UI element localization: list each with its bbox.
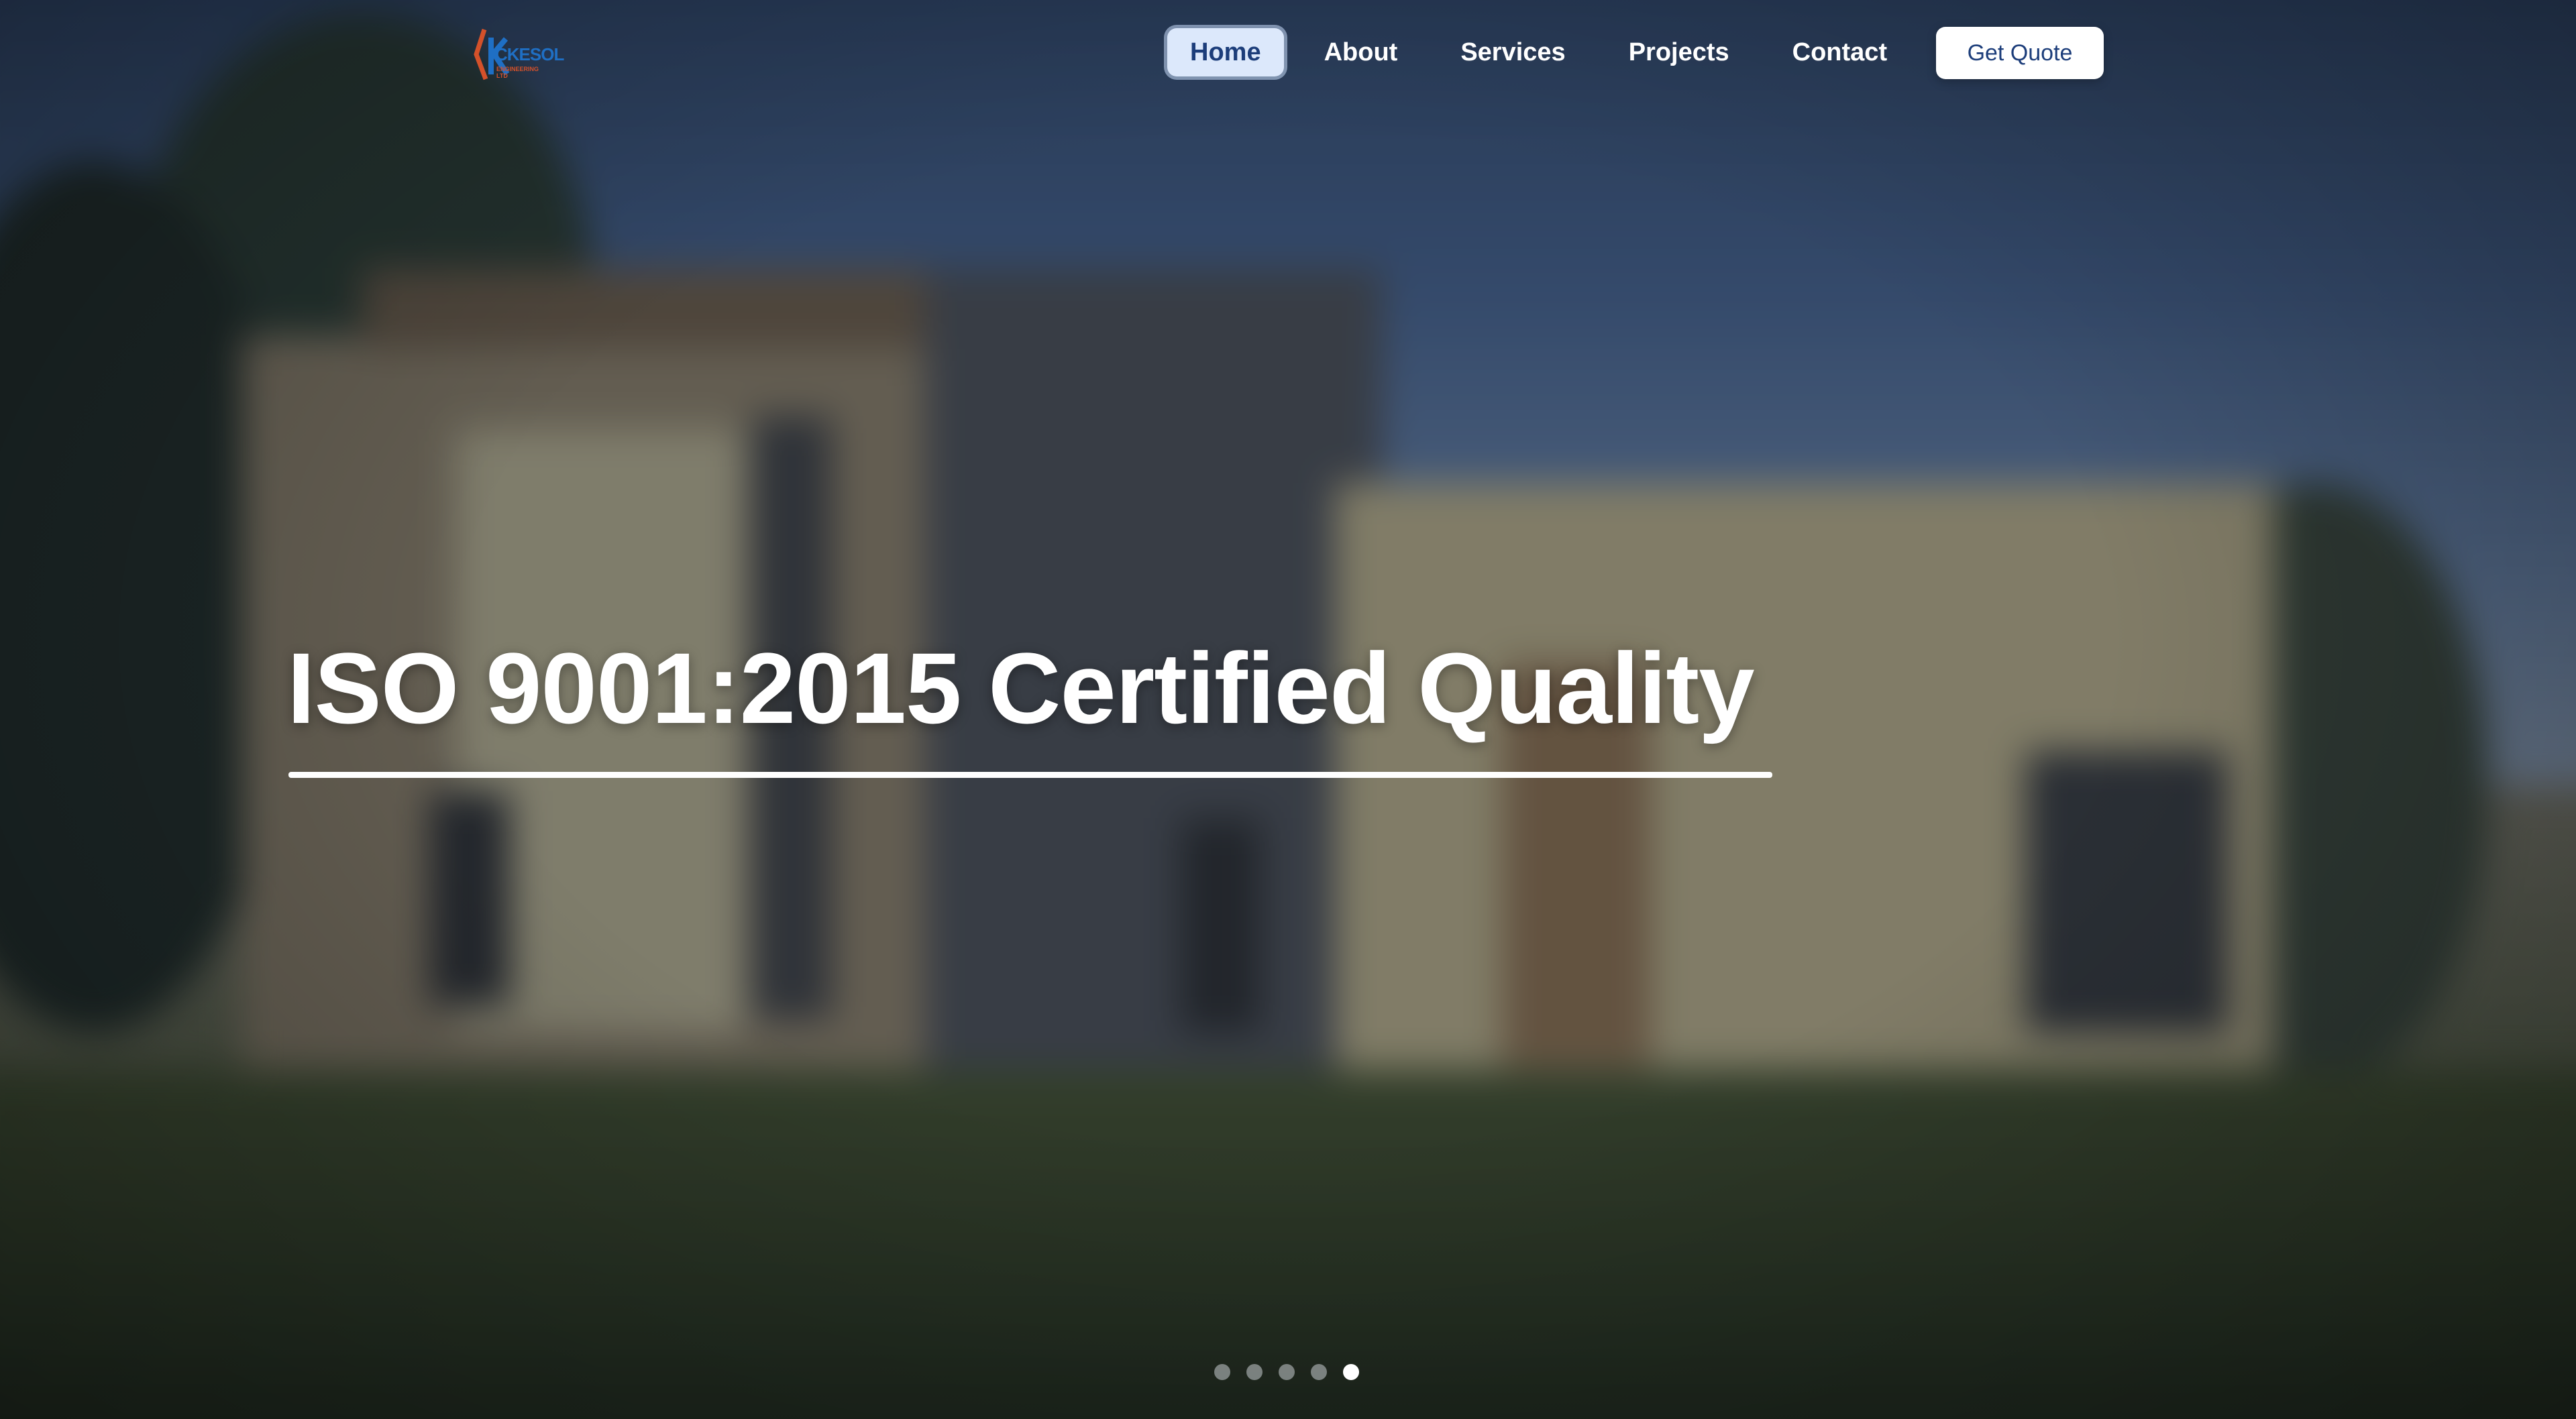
slider-dot-2[interactable] bbox=[1246, 1364, 1263, 1380]
hero-section: CKESOL ENGINEERING LTD Home About Servic… bbox=[0, 0, 2576, 1419]
slider-dot-1[interactable] bbox=[1214, 1364, 1230, 1380]
get-quote-button[interactable]: Get Quote bbox=[1936, 27, 2104, 79]
slider-dot-3[interactable] bbox=[1279, 1364, 1295, 1380]
slider-dot-4[interactable] bbox=[1311, 1364, 1327, 1380]
main-navigation: CKESOL ENGINEERING LTD Home About Servic… bbox=[0, 0, 2576, 107]
nav-link-services[interactable]: Services bbox=[1438, 28, 1588, 76]
slider-pagination bbox=[1214, 1364, 1375, 1380]
company-logo[interactable]: CKESOL ENGINEERING LTD bbox=[471, 24, 564, 84]
nav-link-projects[interactable]: Projects bbox=[1606, 28, 1752, 76]
logo-text: CKESOL bbox=[495, 44, 564, 64]
nav-links: Home About Services Projects Contact bbox=[1167, 27, 1927, 78]
headline-underline bbox=[288, 772, 1772, 778]
slider-dot-5[interactable] bbox=[1343, 1364, 1359, 1380]
logo-subtext: ENGINEERING LTD bbox=[496, 66, 539, 79]
nav-link-home[interactable]: Home bbox=[1167, 28, 1284, 76]
nav-link-about[interactable]: About bbox=[1301, 28, 1421, 76]
hero-headline: ISO 9001:2015 Certified Quality bbox=[287, 632, 1755, 744]
nav-link-contact[interactable]: Contact bbox=[1770, 28, 1910, 76]
